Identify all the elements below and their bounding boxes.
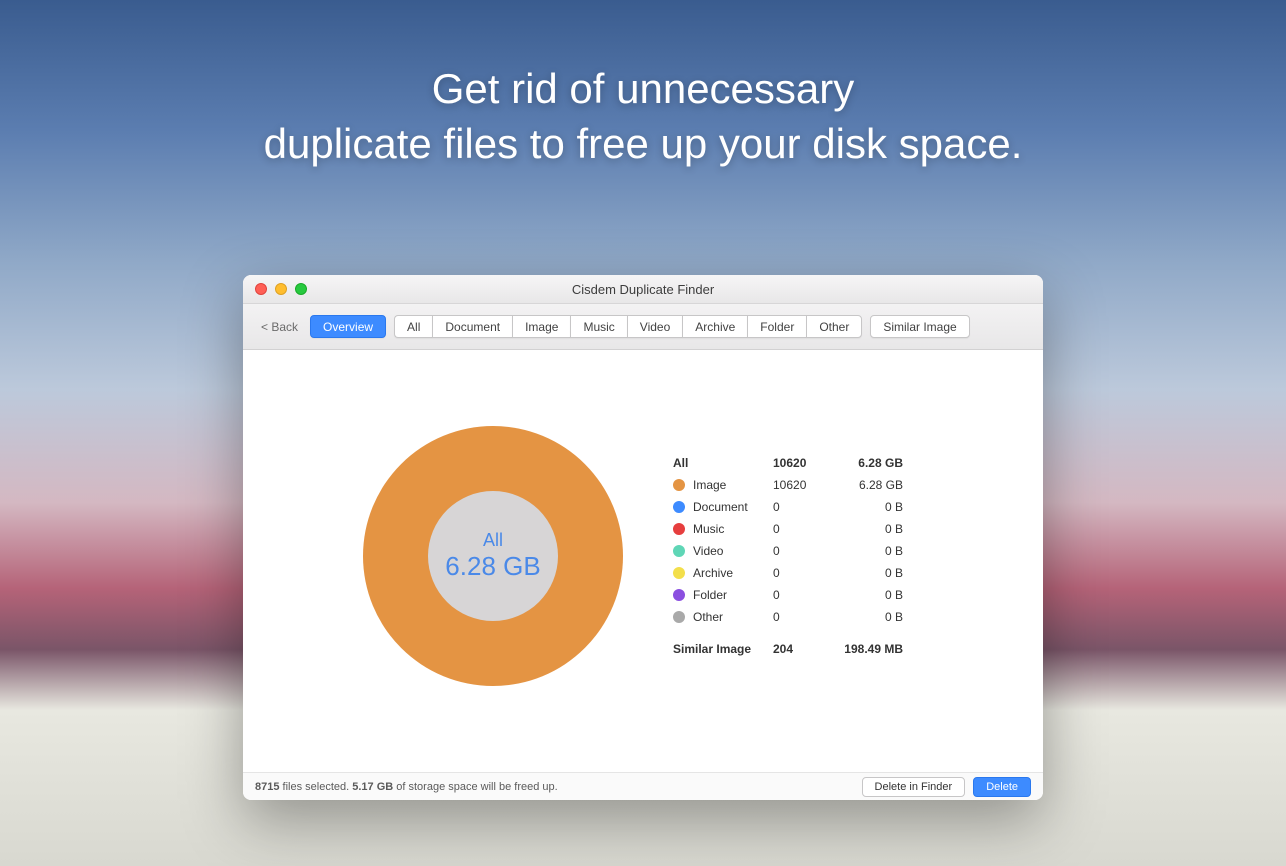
stats-row-size: 0 B: [825, 522, 903, 536]
stats-row-name: Image: [693, 478, 773, 492]
back-button[interactable]: < Back: [257, 320, 302, 334]
stats-row-count: 0: [773, 544, 825, 558]
promo-headline: Get rid of unnecessary duplicate files t…: [0, 62, 1286, 171]
category-tab-group: All Document Image Music Video Archive F…: [394, 315, 862, 338]
color-swatch-icon: [673, 545, 685, 557]
color-swatch-icon: [673, 567, 685, 579]
toolbar: < Back Overview All Document Image Music…: [243, 304, 1043, 350]
stats-row-count: 0: [773, 588, 825, 602]
footer: 8715 files selected. 5.17 GB of storage …: [243, 772, 1043, 800]
footer-status: 8715 files selected. 5.17 GB of storage …: [255, 781, 558, 793]
window-title: Cisdem Duplicate Finder: [243, 282, 1043, 297]
headline-line1: Get rid of unnecessary: [432, 65, 855, 112]
close-icon[interactable]: [255, 283, 267, 295]
donut-value: 6.28 GB: [445, 551, 540, 582]
stats-all-size: 6.28 GB: [825, 456, 903, 470]
minimize-icon[interactable]: [275, 283, 287, 295]
stats-row-count: 10620: [773, 478, 825, 492]
stats-row-size: 0 B: [825, 610, 903, 624]
stats-row: Other00 B: [673, 606, 903, 628]
stats-row-name: Other: [693, 610, 773, 624]
donut-center: All 6.28 GB: [428, 491, 558, 621]
tab-document[interactable]: Document: [432, 315, 512, 338]
stats-row: Archive00 B: [673, 562, 903, 584]
stats-row-name: Archive: [693, 566, 773, 580]
app-window: Cisdem Duplicate Finder < Back Overview …: [243, 275, 1043, 800]
stats-row: Music00 B: [673, 518, 903, 540]
tab-music[interactable]: Music: [570, 315, 626, 338]
stats-row-size: 6.28 GB: [825, 478, 903, 492]
tab-similar-image[interactable]: Similar Image: [870, 315, 969, 338]
stats-row-count: 0: [773, 500, 825, 514]
stats-row-count: 0: [773, 566, 825, 580]
tab-archive[interactable]: Archive: [682, 315, 747, 338]
stats-similar-row: Similar Image 204 198.49 MB: [673, 638, 903, 660]
tab-other[interactable]: Other: [806, 315, 862, 338]
stats-row-name: Music: [693, 522, 773, 536]
stats-row: Folder00 B: [673, 584, 903, 606]
stats-similar-name: Similar Image: [673, 642, 773, 656]
stats-row-size: 0 B: [825, 500, 903, 514]
stats-all-name: All: [673, 456, 773, 470]
stats-row: Image106206.28 GB: [673, 474, 903, 496]
color-swatch-icon: [673, 611, 685, 623]
tab-folder[interactable]: Folder: [747, 315, 806, 338]
tab-all[interactable]: All: [394, 315, 432, 338]
stats-all-row: All 10620 6.28 GB: [673, 452, 903, 474]
stats-similar-size: 198.49 MB: [825, 642, 903, 656]
stats-similar-count: 204: [773, 642, 825, 656]
color-swatch-icon: [673, 501, 685, 513]
titlebar: Cisdem Duplicate Finder: [243, 275, 1043, 304]
color-swatch-icon: [673, 523, 685, 535]
stats-all-count: 10620: [773, 456, 825, 470]
stats-row-size: 0 B: [825, 588, 903, 602]
stats-row-name: Document: [693, 500, 773, 514]
stats-row-size: 0 B: [825, 566, 903, 580]
traffic-lights: [255, 283, 307, 295]
footer-freed-size: 5.17 GB: [352, 781, 393, 793]
headline-line2: duplicate files to free up your disk spa…: [264, 120, 1023, 167]
content-area: All 6.28 GB All 10620 6.28 GB Image10620…: [243, 350, 1043, 772]
donut-label: All: [483, 530, 503, 551]
stats-row: Document00 B: [673, 496, 903, 518]
stats-row-count: 0: [773, 522, 825, 536]
zoom-icon[interactable]: [295, 283, 307, 295]
stats-table: All 10620 6.28 GB Image106206.28 GBDocum…: [673, 452, 903, 660]
stats-row: Video00 B: [673, 540, 903, 562]
delete-in-finder-button[interactable]: Delete in Finder: [862, 777, 966, 797]
stats-row-count: 0: [773, 610, 825, 624]
color-swatch-icon: [673, 589, 685, 601]
stats-row-name: Folder: [693, 588, 773, 602]
footer-selected-count: 8715: [255, 781, 279, 793]
stats-row-name: Video: [693, 544, 773, 558]
tab-video[interactable]: Video: [627, 315, 682, 338]
delete-button[interactable]: Delete: [973, 777, 1031, 797]
color-swatch-icon: [673, 479, 685, 491]
tab-image[interactable]: Image: [512, 315, 570, 338]
donut-chart: All 6.28 GB: [363, 426, 623, 686]
stats-row-size: 0 B: [825, 544, 903, 558]
tab-overview[interactable]: Overview: [310, 315, 386, 338]
